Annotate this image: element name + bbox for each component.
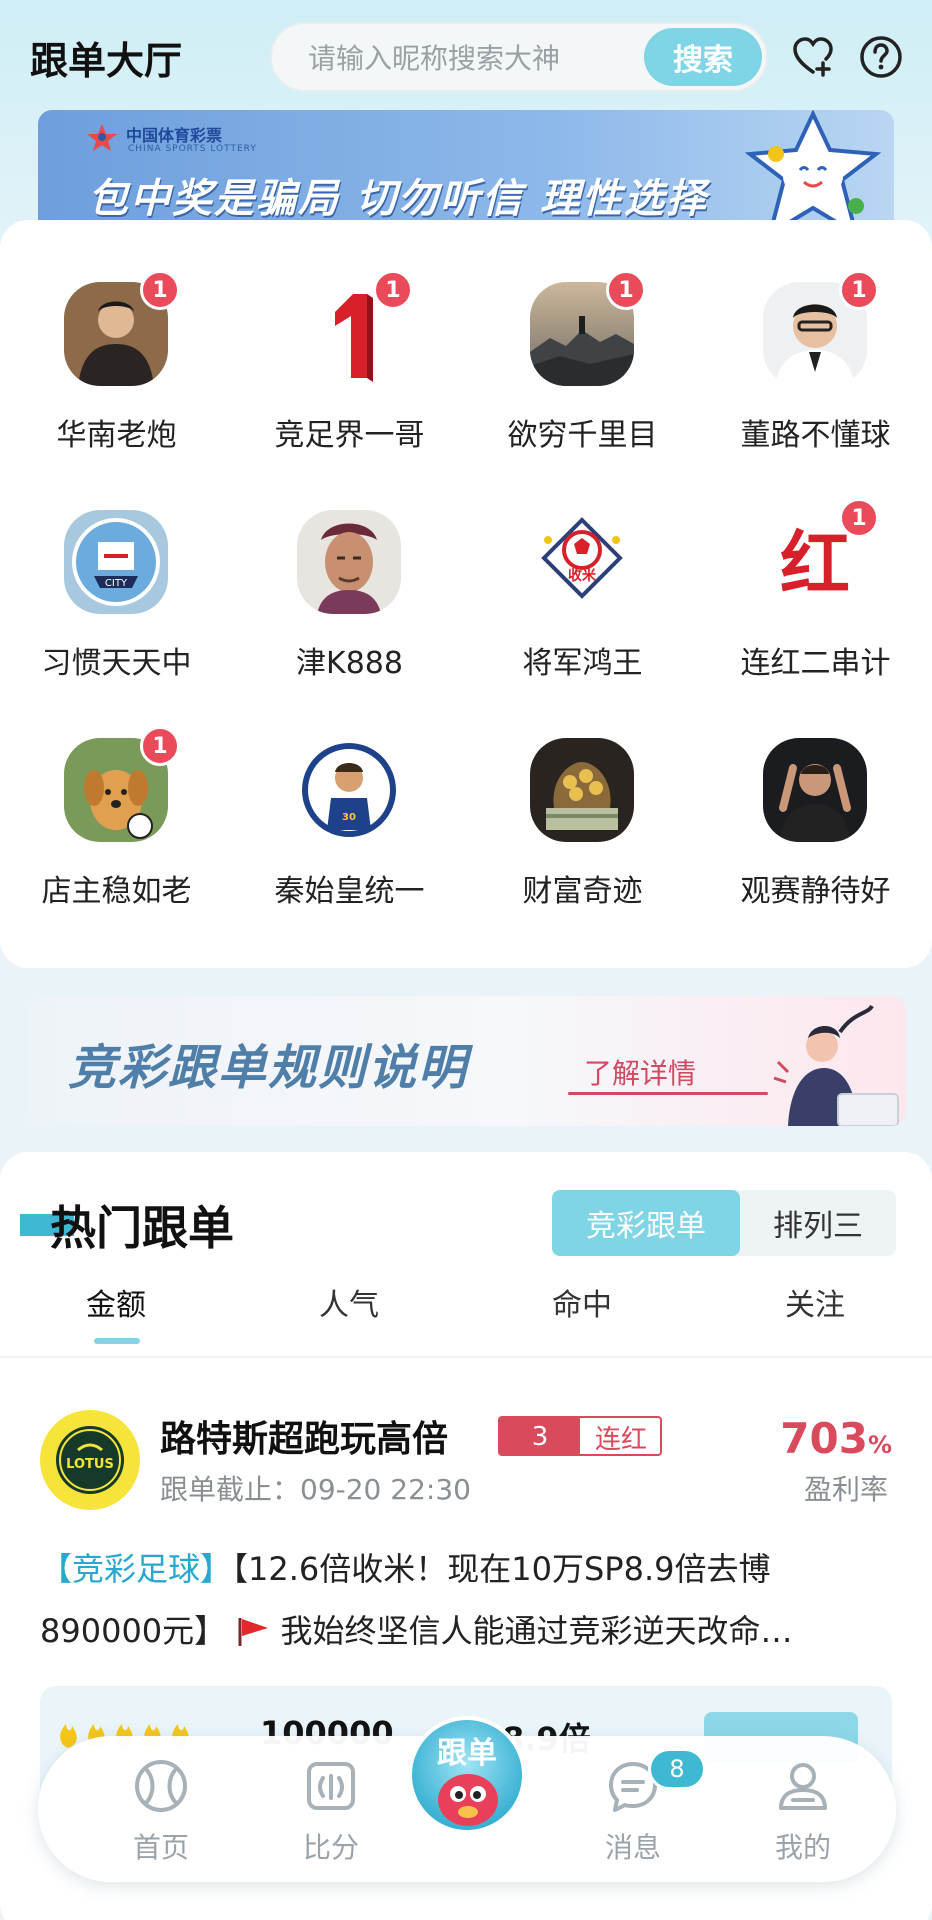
expert-name: 欲穷千里目 <box>507 418 658 453</box>
message-count-badge: 8 <box>648 1748 706 1790</box>
expert-name: 华南老炮 <box>56 418 177 453</box>
nav-home[interactable]: 首页 <box>86 1736 236 1882</box>
rules-banner-title: 竞彩跟单规则说明 <box>68 1040 469 1096</box>
notification-badge: 1 <box>839 498 879 538</box>
divider <box>0 1356 932 1358</box>
illustration-person-icon <box>773 1004 899 1126</box>
ball-icon <box>135 1760 187 1812</box>
profit-rate-value: 703 <box>780 1414 868 1463</box>
notification-badge: 1 <box>140 726 180 766</box>
nav-label: 我的 <box>774 1831 831 1864</box>
post-body[interactable]: 【竞彩足球】【12.6倍收米！现在10万SP8.9倍去博 890000元】 我始… <box>40 1538 900 1662</box>
lottery-logo-text: 中国体育彩票 <box>126 126 223 145</box>
header: 跟单大厅 搜索 <box>0 0 932 110</box>
search-box[interactable]: 搜索 <box>270 22 768 92</box>
category-tag: 【竞彩足球】 <box>40 1550 233 1588</box>
help-icon[interactable] <box>858 34 904 80</box>
mascot-icon <box>438 1774 498 1826</box>
expert-name: 津K888 <box>296 646 403 681</box>
section-title: 热门跟单 <box>50 1201 234 1255</box>
red-flag-icon <box>238 1618 269 1646</box>
expert-name: 连红二串计 <box>740 646 891 681</box>
profile-icon <box>779 1763 827 1810</box>
tab-hit-rate[interactable]: 命中 <box>482 1280 682 1324</box>
expert-name: 店主稳如老 <box>41 874 192 909</box>
heart-plus-icon[interactable] <box>790 34 836 80</box>
tab-amount[interactable]: 金额 <box>16 1280 216 1324</box>
nav-follow[interactable]: 跟单 <box>408 1716 526 1834</box>
lottery-logo-subtext: CHINA SPORTS LOTTERY <box>128 144 257 154</box>
lottery-logo-icon <box>87 124 117 151</box>
expert-name: 财富奇迹 <box>522 874 643 909</box>
avatar <box>530 738 634 842</box>
tab-follow[interactable]: 关注 <box>715 1280 915 1324</box>
link-underline <box>568 1092 768 1095</box>
expert-name: 竞足界一哥 <box>274 418 425 453</box>
active-tab-indicator <box>94 1338 140 1344</box>
post-title[interactable]: 路特斯超跑玩高倍 <box>160 1410 448 1462</box>
search-input[interactable] <box>308 36 608 80</box>
svg-text:30: 30 <box>342 812 356 823</box>
notification-badge: 1 <box>606 270 646 310</box>
profit-rate-unit: % <box>867 1431 892 1459</box>
segment-pailiesan[interactable]: 排列三 <box>740 1190 896 1256</box>
avatar <box>763 738 867 842</box>
post-text-line2: 890000元】 <box>40 1612 227 1650</box>
warning-text: 包中奖是骗局 切勿听信 理性选择 <box>88 176 708 222</box>
segment-control: 竞彩跟单 排列三 <box>552 1190 896 1256</box>
tab-popularity[interactable]: 人气 <box>249 1280 449 1324</box>
nav-label: 首页 <box>132 1831 189 1864</box>
bottom-nav: 首页 比分 跟单 8 消息 我的 <box>38 1716 896 1882</box>
nav-messages[interactable]: 8 消息 <box>558 1736 708 1882</box>
nav-score[interactable]: 比分 <box>256 1736 406 1882</box>
notification-badge: 1 <box>839 270 879 310</box>
expert-name: 习惯天天中 <box>41 646 192 681</box>
streak-count: 3 <box>500 1418 580 1454</box>
profit-rate-label: 盈利率 <box>803 1473 888 1506</box>
notification-badge: 1 <box>140 270 180 310</box>
avatar: 30 <box>297 738 401 842</box>
streak-badge: 3 连红 <box>498 1416 662 1456</box>
nav-profile[interactable]: 我的 <box>728 1736 878 1882</box>
learn-more-link[interactable]: 了解详情 <box>584 1052 696 1092</box>
search-button[interactable]: 搜索 <box>644 28 762 86</box>
svg-text:收米: 收米 <box>568 567 597 584</box>
svg-text:红: 红 <box>780 522 850 605</box>
expert-name: 将军鸿王 <box>522 646 643 681</box>
segment-jingcai[interactable]: 竞彩跟单 <box>552 1190 740 1256</box>
expert-name: 观赛静待好 <box>740 874 891 909</box>
experts-card: 1 华南老炮 1 竞足界一哥 1 欲穷千里目 1 董路不懂球 CITY 习惯天天… <box>0 220 932 968</box>
expert-name: 秦始皇统一 <box>274 874 425 909</box>
rules-banner[interactable]: 竞彩跟单规则说明 了解详情 <box>28 996 906 1126</box>
streak-label: 连红 <box>594 1424 647 1455</box>
avatar: 收米 <box>530 510 634 614</box>
lotus-logo[interactable]: LOTUS <box>40 1410 140 1510</box>
nav-label: 比分 <box>302 1831 359 1864</box>
score-icon <box>307 1762 355 1810</box>
nav-label: 消息 <box>604 1831 661 1864</box>
svg-text:CITY: CITY <box>105 578 128 589</box>
page-title: 跟单大厅 <box>30 39 183 83</box>
deadline-text: 跟单截止：09-20 22:30 <box>160 1473 471 1506</box>
expert-name: 董路不懂球 <box>740 418 891 453</box>
post-text-line3: 我始终坚信人能通过竞彩逆天改命… <box>280 1612 793 1650</box>
lotus-logo-text: LOTUS <box>66 1457 114 1472</box>
avatar <box>297 510 401 614</box>
notification-badge: 1 <box>373 270 413 310</box>
post-text-line1: 【12.6倍收米！现在10万SP8.9倍去博 <box>232 1550 771 1588</box>
avatar: CITY <box>64 510 168 614</box>
profit-rate: 703% <box>780 1414 892 1463</box>
